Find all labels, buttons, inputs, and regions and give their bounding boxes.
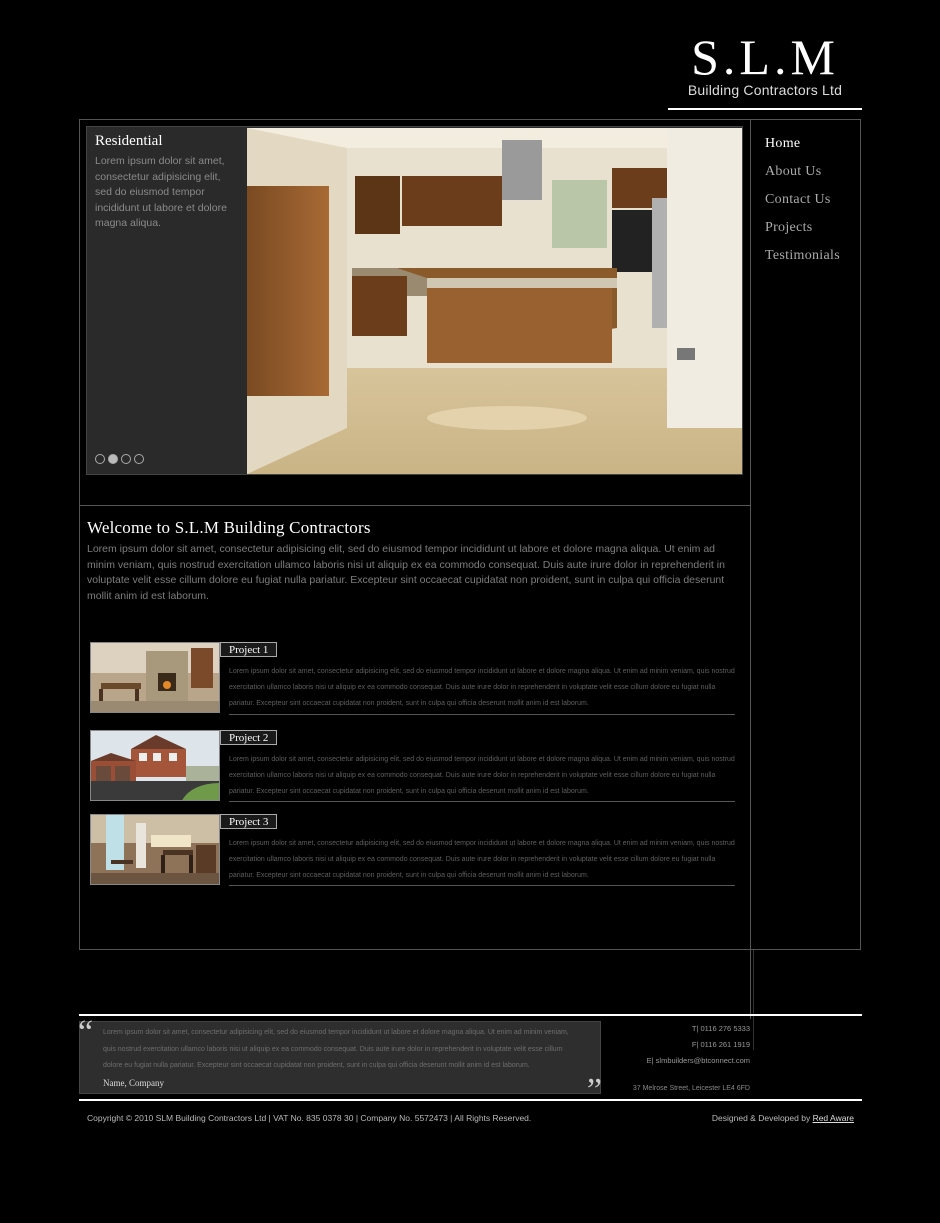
- slider-dot-1[interactable]: [95, 454, 105, 464]
- testimonial-box: “ Lorem ipsum dolor sit amet, consectetu…: [78, 1016, 602, 1108]
- slider-pagination: [95, 454, 144, 464]
- nav-testimonials[interactable]: Testimonials: [765, 246, 840, 274]
- project-3-rule: [229, 885, 735, 886]
- site-logo[interactable]: S.L.M Building Contractors Ltd: [668, 30, 862, 98]
- project-1-description: Lorem ipsum dolor sit amet, consectetur …: [229, 668, 735, 707]
- nav-contact-us[interactable]: Contact Us: [765, 190, 840, 218]
- project-1-title[interactable]: Project 1: [220, 642, 278, 657]
- footer-rule-bottom: [79, 1099, 862, 1101]
- welcome-section: Welcome to S.L.M Building Contractors Lo…: [87, 518, 739, 604]
- project-2-rule: [229, 801, 735, 802]
- testimonial-text: Lorem ipsum dolor sit amet, consectetur …: [103, 1029, 569, 1069]
- testimonial-author: Name, Company: [103, 1078, 164, 1088]
- image-slider: Residential Lorem ipsum dolor sit amet, …: [86, 126, 743, 475]
- copyright-text: Copyright © 2010 SLM Building Contractor…: [87, 1113, 532, 1123]
- content-divider: [79, 505, 750, 506]
- slide-caption: Residential Lorem ipsum dolor sit amet, …: [95, 133, 240, 232]
- footer-divider: [753, 950, 754, 1050]
- logo-title: S.L.M: [691, 29, 839, 85]
- slider-dot-4[interactable]: [134, 454, 144, 464]
- contact-telephone: T| 0116 276 5333: [691, 1024, 750, 1033]
- project-2-thumbnail[interactable]: [90, 730, 220, 801]
- slide-image-kitchen: [247, 128, 742, 474]
- contact-fax: F| 0116 261 1919: [691, 1040, 750, 1049]
- contact-address: 37 Melrose Street, Leicester LE4 6FD: [632, 1085, 750, 1092]
- contact-email[interactable]: E| slmbuilders@btconnect.com: [600, 1053, 750, 1069]
- nav-home[interactable]: Home: [765, 134, 840, 162]
- contact-details: T| 0116 276 5333 F| 0116 261 1919 E| slm…: [600, 1021, 750, 1069]
- project-1-rule: [229, 714, 735, 715]
- slider-dot-2[interactable]: [108, 454, 118, 464]
- project-3-thumbnail[interactable]: [90, 814, 220, 885]
- project-3-title[interactable]: Project 3: [220, 814, 278, 829]
- credit-prefix: Designed & Developed by: [711, 1113, 813, 1123]
- slider-dot-3[interactable]: [121, 454, 131, 464]
- slide-description: Lorem ipsum dolor sit amet, consectetur …: [95, 155, 227, 229]
- project-2-title[interactable]: Project 2: [220, 730, 278, 745]
- main-nav: Home About Us Contact Us Projects Testim…: [765, 134, 840, 274]
- designer-link[interactable]: Red Aware: [813, 1113, 854, 1123]
- slide-title: Residential: [95, 133, 163, 149]
- quote-open-icon: “: [78, 1014, 94, 1051]
- sidebar-divider: [750, 119, 751, 1019]
- welcome-text: Lorem ipsum dolor sit amet, consectetur …: [87, 543, 725, 602]
- project-3-description: Lorem ipsum dolor sit amet, consectetur …: [229, 840, 735, 879]
- footer-rule-top: [79, 1014, 862, 1016]
- nav-about-us[interactable]: About Us: [765, 162, 840, 190]
- nav-projects[interactable]: Projects: [765, 218, 840, 246]
- project-2-description: Lorem ipsum dolor sit amet, consectetur …: [229, 756, 735, 795]
- header-rule: [668, 108, 862, 110]
- logo-subtitle: Building Contractors Ltd: [687, 82, 843, 98]
- welcome-title: Welcome to S.L.M Building Contractors: [87, 518, 371, 537]
- designer-credit: Designed & Developed by Red Aware: [712, 1113, 854, 1123]
- project-1-thumbnail[interactable]: [90, 642, 220, 713]
